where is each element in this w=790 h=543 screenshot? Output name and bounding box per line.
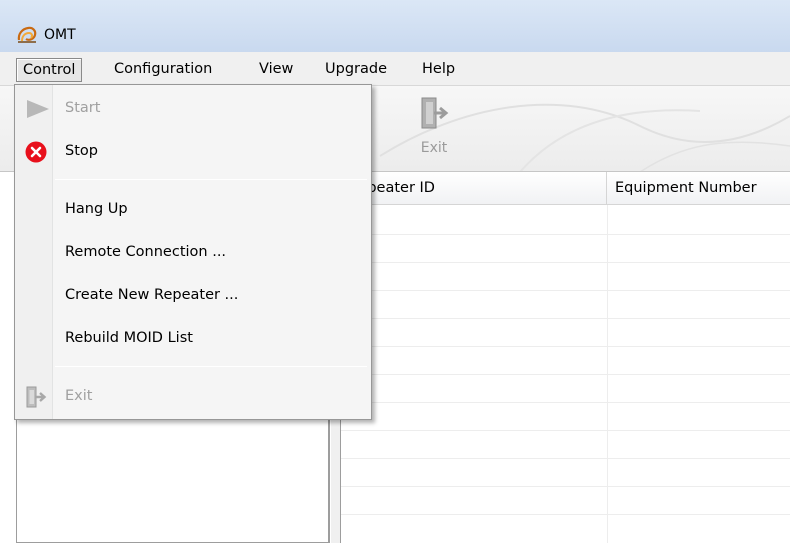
menu-item-stop[interactable]: Stop — [17, 132, 369, 170]
toolbar-exit-button[interactable]: Exit — [404, 92, 464, 168]
stop-red-x-icon — [25, 141, 47, 163]
grid-row-line — [341, 290, 790, 291]
grid-row-line — [341, 262, 790, 263]
menu-upgrade[interactable]: Upgrade — [319, 58, 393, 82]
column-header-repeater-id[interactable]: Repeater ID — [341, 172, 607, 205]
control-menu-dropdown: Start Stop Hang Up Remote Connection ...… — [14, 84, 372, 420]
repeater-grid[interactable]: Repeater ID Equipment Number — [340, 172, 790, 543]
exit-door-icon — [26, 386, 47, 408]
grid-header: Repeater ID Equipment Number — [341, 172, 790, 205]
grid-row-line — [341, 402, 790, 403]
menu-item-create-new-repeater-label: Create New Repeater ... — [65, 287, 239, 303]
exit-door-icon — [421, 97, 449, 129]
menu-item-start-label: Start — [65, 100, 101, 116]
grid-row-line — [341, 318, 790, 319]
menu-item-exit[interactable]: Exit — [17, 377, 369, 415]
menu-item-hang-up[interactable]: Hang Up — [17, 190, 369, 228]
grid-row-line — [341, 514, 790, 515]
menu-item-remote-connection[interactable]: Remote Connection ... — [17, 233, 369, 271]
title-bar: OMT — [0, 0, 790, 52]
menu-separator — [55, 366, 367, 367]
menu-item-exit-label: Exit — [65, 388, 93, 404]
menu-help[interactable]: Help — [416, 58, 461, 82]
menu-item-remote-connection-label: Remote Connection ... — [65, 244, 227, 260]
grid-row-line — [341, 430, 790, 431]
grid-row-line — [341, 458, 790, 459]
menu-item-rebuild-moid-list[interactable]: Rebuild MOID List — [17, 319, 369, 357]
grid-row-line — [341, 234, 790, 235]
play-icon — [27, 100, 49, 118]
menu-item-rebuild-moid-list-label: Rebuild MOID List — [65, 330, 193, 346]
menu-view[interactable]: View — [253, 58, 299, 82]
column-header-equipment-number[interactable]: Equipment Number — [607, 172, 790, 205]
menu-configuration[interactable]: Configuration — [108, 58, 218, 82]
menu-item-start[interactable]: Start — [17, 89, 369, 127]
menu-control[interactable]: Control — [16, 58, 83, 82]
window-title: OMT — [44, 27, 76, 43]
grid-row-line — [341, 486, 790, 487]
menu-separator — [55, 179, 367, 180]
menu-bar: Control Configuration View Upgrade Help — [0, 52, 790, 86]
toolbar-exit-label: Exit — [420, 140, 448, 156]
grid-row-line — [341, 374, 790, 375]
grid-row-line — [341, 346, 790, 347]
menu-item-hang-up-label: Hang Up — [65, 201, 128, 217]
menu-item-create-new-repeater[interactable]: Create New Repeater ... — [17, 276, 369, 314]
menu-item-stop-label: Stop — [65, 143, 98, 159]
omt-logo-icon — [17, 26, 37, 43]
